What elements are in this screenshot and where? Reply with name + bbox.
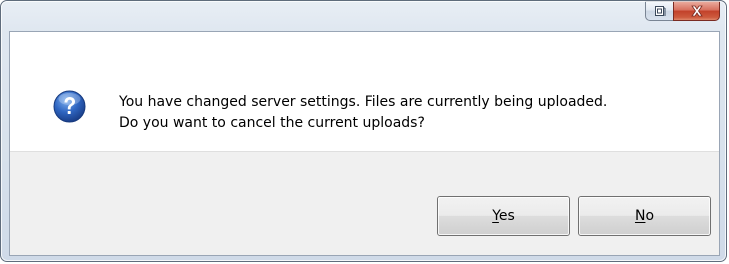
yes-button[interactable]: Yes bbox=[437, 196, 570, 236]
dialog-window: You have changed server settings. Files … bbox=[0, 0, 727, 262]
title-bar[interactable] bbox=[1, 1, 726, 31]
message-line-1: You have changed server settings. Files … bbox=[119, 94, 608, 110]
close-icon bbox=[690, 5, 703, 17]
question-icon bbox=[53, 90, 86, 123]
restore-icon bbox=[654, 6, 665, 16]
no-button-label: No bbox=[635, 208, 654, 224]
yes-button-label: Yes bbox=[492, 208, 515, 224]
no-mnemonic: N bbox=[634, 208, 646, 224]
no-label-rest: o bbox=[645, 208, 655, 224]
no-button[interactable]: No bbox=[578, 196, 711, 236]
button-area: Yes No bbox=[10, 151, 719, 255]
message-line-2: Do you want to cancel the current upload… bbox=[119, 115, 425, 131]
restore-button[interactable] bbox=[645, 1, 673, 21]
caption-buttons bbox=[645, 1, 720, 22]
message-text: You have changed server settings. Files … bbox=[119, 92, 709, 134]
message-area: You have changed server settings. Files … bbox=[10, 32, 719, 151]
yes-mnemonic: Y bbox=[492, 208, 499, 224]
dialog-client-area: You have changed server settings. Files … bbox=[9, 31, 720, 256]
close-button[interactable] bbox=[673, 1, 720, 21]
yes-label-rest: es bbox=[498, 208, 515, 224]
